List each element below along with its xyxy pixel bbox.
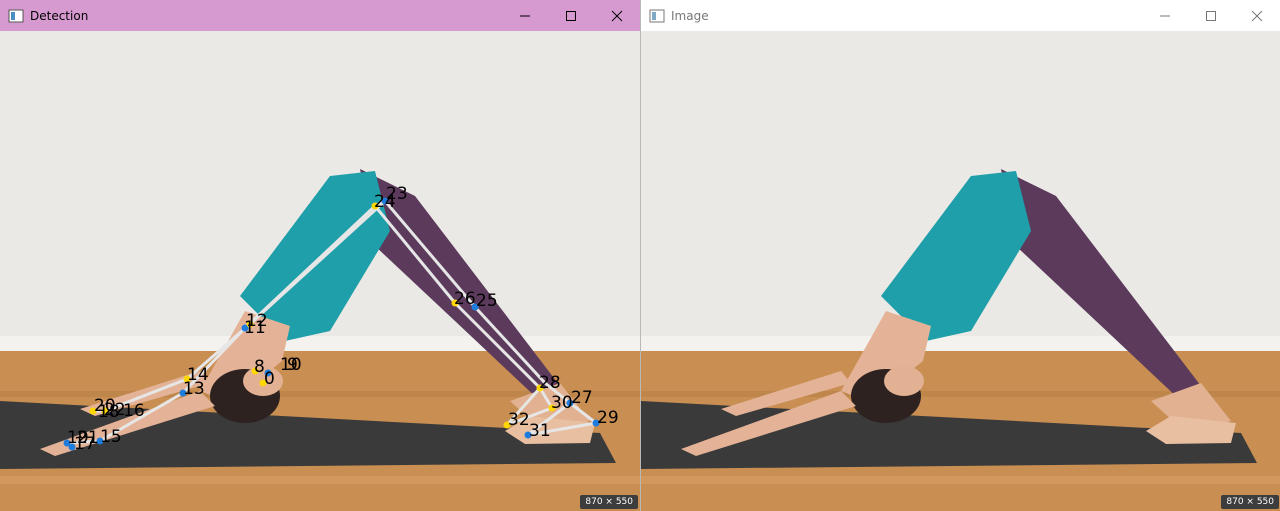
detection-window: Detection 23 24 25 26 27 28 29 30 31 32 … [0,0,640,511]
close-icon [611,10,623,21]
window-title: Image [671,8,709,23]
maximize-button[interactable] [1188,0,1234,31]
close-button[interactable] [594,0,640,31]
maximize-button[interactable] [548,0,594,31]
kp-label-28: 28 [539,373,561,393]
detection-canvas: 23 24 25 26 27 28 29 30 31 32 12 11 14 1… [0,31,640,511]
image-size-badge: 870 × 550 [580,495,638,509]
kp-label-29: 29 [597,408,619,428]
image-window: Image 870 × 550 [640,0,1280,511]
kp-label-32: 32 [508,410,530,430]
kp-label-11: 11 [244,318,266,338]
kp-label-31: 31 [529,421,551,441]
kp-label-26: 26 [454,289,476,309]
minimize-icon [520,15,530,16]
kp-label-25: 25 [476,291,498,311]
kp-label-18: 18 [98,402,120,422]
kp-label-17: 17 [74,434,96,454]
image-titlebar[interactable]: Image [641,0,1280,31]
minimize-button[interactable] [1142,0,1188,31]
kp-label-15: 15 [100,427,122,447]
maximize-icon [1206,10,1216,21]
image-size-badge: 870 × 550 [1221,495,1279,509]
app-icon [649,9,665,22]
minimize-icon [1160,15,1170,16]
close-icon [1251,10,1263,21]
kp-label-13: 13 [183,379,205,399]
image-canvas: 870 × 550 [641,31,1280,511]
close-button[interactable] [1234,0,1280,31]
kp-label-0: 0 [264,369,275,389]
kp-label-16: 16 [123,401,145,421]
kp-label-27: 27 [571,388,593,408]
kp-label-30: 30 [551,393,573,413]
kp-label-24: 24 [374,192,396,212]
window-title: Detection [30,8,89,23]
kp-label-9: 9 [287,355,298,375]
detection-titlebar[interactable]: Detection [0,0,640,31]
minimize-button[interactable] [502,0,548,31]
maximize-icon [566,10,576,21]
app-icon [8,9,24,22]
